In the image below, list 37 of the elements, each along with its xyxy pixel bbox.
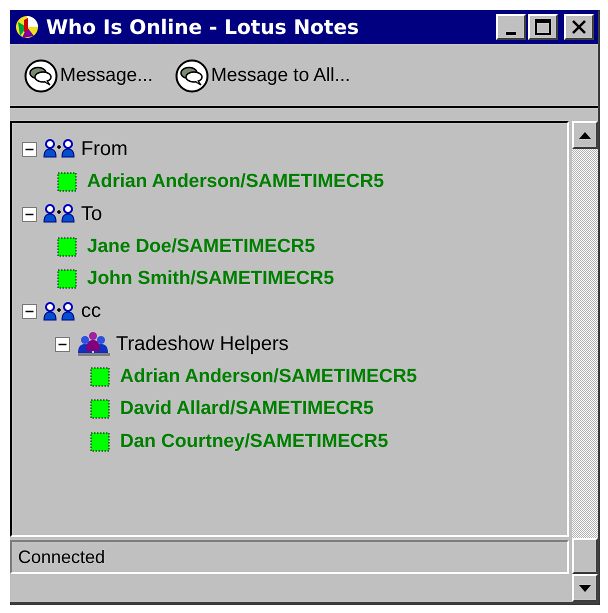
chat-bubbles-icon — [174, 59, 209, 93]
group-label[interactable]: cc — [81, 300, 101, 324]
collapse-icon[interactable] — [22, 304, 37, 320]
online-status-icon — [90, 399, 110, 420]
team-icon — [76, 331, 110, 358]
minimize-button[interactable] — [496, 14, 526, 40]
group-label[interactable]: From — [81, 138, 128, 161]
online-status-icon — [57, 269, 77, 290]
close-icon — [571, 19, 587, 35]
maximize-icon — [535, 19, 551, 35]
maximize-button[interactable] — [528, 14, 558, 40]
message-button[interactable]: Message... — [24, 59, 153, 93]
chat-bubbles-icon — [24, 59, 58, 93]
scroll-thumb[interactable] — [572, 538, 598, 574]
online-status-icon — [90, 432, 110, 452]
message-all-button[interactable]: Message to All... — [174, 59, 350, 93]
online-status-icon — [57, 172, 77, 192]
minimize-icon — [506, 32, 516, 34]
app-icon — [14, 14, 40, 40]
collapse-icon[interactable] — [55, 336, 70, 352]
up-arrow-icon — [579, 132, 591, 138]
people-icon — [43, 302, 75, 322]
group-label[interactable]: To — [81, 202, 102, 226]
scroll-down-button[interactable] — [572, 574, 598, 602]
collapse-icon[interactable] — [22, 206, 37, 222]
scrollbar[interactable] — [572, 121, 598, 602]
scroll-up-button[interactable] — [572, 121, 598, 149]
online-status-icon — [57, 236, 77, 257]
collapse-icon[interactable] — [22, 142, 37, 157]
people-icon — [43, 204, 75, 224]
window-title: Who Is Online - Lotus Notes — [46, 15, 359, 39]
status-text: Connected — [18, 546, 106, 568]
online-status-icon — [90, 366, 110, 387]
close-button[interactable] — [564, 14, 594, 40]
team-label[interactable]: Tradeshow Helpers — [116, 332, 289, 356]
down-arrow-icon — [579, 584, 591, 592]
people-icon — [43, 139, 75, 160]
